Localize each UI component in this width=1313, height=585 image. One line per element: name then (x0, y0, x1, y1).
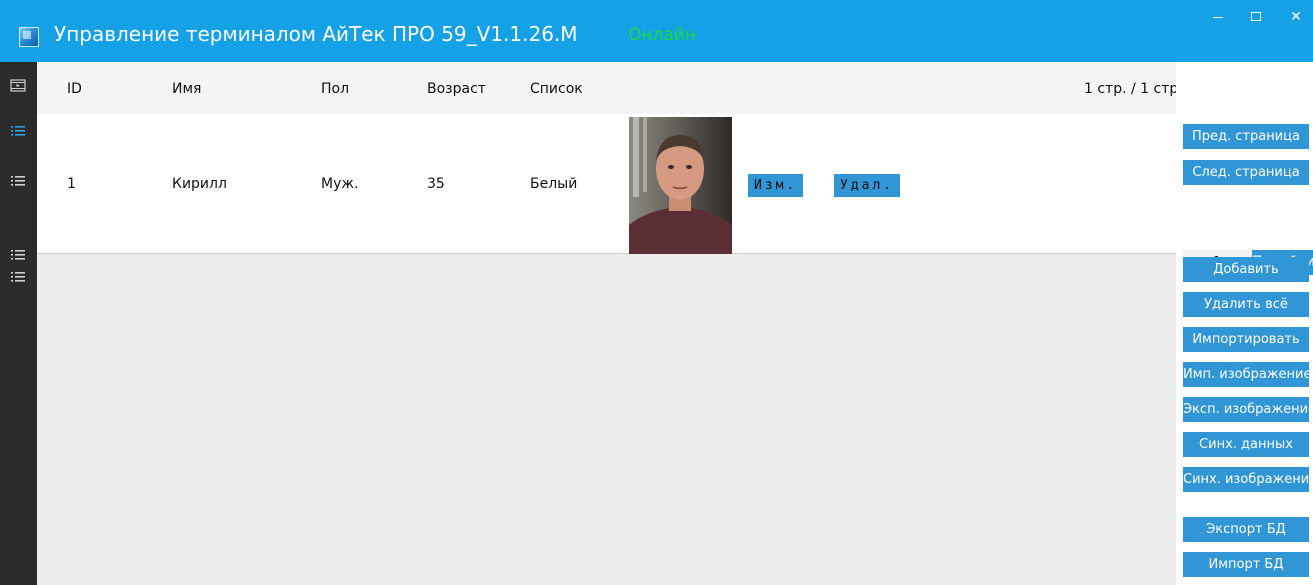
maximize-icon (1251, 12, 1261, 21)
sidebar-item-list-active[interactable] (8, 121, 28, 141)
list-icon (11, 176, 25, 186)
table-header: ID Имя Пол Возраст Список 1 стр. / 1 стр… (37, 62, 1183, 114)
row-age: 35 (427, 176, 445, 192)
person-photo (629, 117, 732, 254)
close-icon: ✕ (1290, 9, 1302, 25)
list-icon (11, 272, 25, 282)
video-icon (10, 79, 26, 92)
sidebar-item-list-2[interactable] (8, 171, 28, 191)
export-image-button[interactable]: Эксп. изображение (1183, 397, 1309, 422)
row-gender: Муж. (321, 176, 359, 192)
import-image-button[interactable]: Имп. изображение (1183, 362, 1309, 387)
page-indicator: 1 стр. / 1 стр. (1084, 81, 1183, 97)
next-page-button[interactable]: След. страница (1183, 160, 1309, 185)
app-logo-icon (19, 27, 39, 47)
sidebar-item-list-4[interactable] (8, 267, 28, 287)
prev-page-button[interactable]: Пред. страница (1183, 124, 1309, 149)
delete-all-button[interactable]: Удалить всё (1183, 292, 1309, 317)
column-header-gender: Пол (321, 81, 350, 97)
row-list-type: Белый (530, 176, 578, 192)
import-button[interactable]: Импортировать (1183, 327, 1309, 352)
minimize-icon (1213, 17, 1223, 18)
sync-images-button[interactable]: Синх. изображений (1183, 467, 1309, 492)
import-db-button[interactable]: Импорт БД (1183, 552, 1309, 577)
list-icon (11, 126, 25, 136)
column-header-list: Список (530, 81, 583, 97)
column-header-name: Имя (172, 81, 202, 97)
list-icon (11, 250, 25, 260)
add-button[interactable]: Добавить (1183, 257, 1309, 282)
close-button[interactable]: ✕ (1282, 6, 1310, 28)
action-panel: Пред. страница След. страница 1 Перейти … (1176, 62, 1313, 585)
sidebar (0, 62, 37, 585)
edit-button[interactable]: Изм. (748, 174, 804, 197)
delete-button[interactable]: Удал. (834, 174, 901, 197)
minimize-button[interactable] (1204, 6, 1232, 28)
column-header-age: Возраст (427, 81, 486, 97)
sidebar-item-list-3[interactable] (8, 245, 28, 265)
row-id: 1 (67, 176, 76, 192)
sync-data-button[interactable]: Синх. данных (1183, 432, 1309, 457)
maximize-button[interactable] (1242, 6, 1270, 28)
row-name: Кирилл (172, 176, 227, 192)
sidebar-item-video[interactable] (8, 76, 28, 96)
table-row[interactable]: 1 Кирилл Муж. 35 Белый Изм. Удал. (37, 114, 1176, 254)
title-bar: Управление терминалом АйТек ПРО 59_V1.1.… (0, 0, 1313, 62)
column-header-id: ID (67, 81, 82, 97)
export-db-button[interactable]: Экспорт БД (1183, 517, 1309, 542)
table-body-empty-area (37, 254, 1176, 585)
connection-status: Онлайн (628, 25, 696, 45)
window-title: Управление терминалом АйТек ПРО 59_V1.1.… (54, 22, 578, 46)
